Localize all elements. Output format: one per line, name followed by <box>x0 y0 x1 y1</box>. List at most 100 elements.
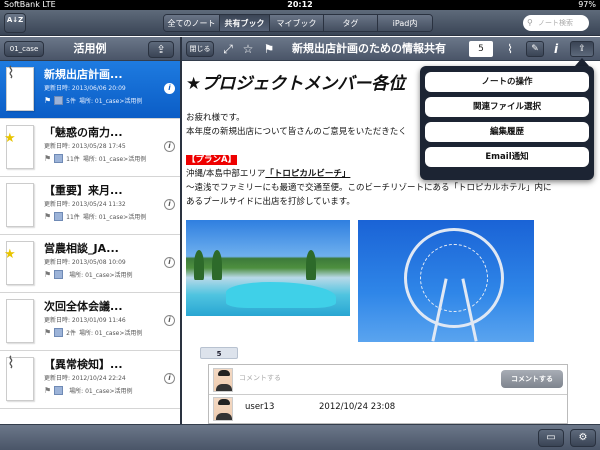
share-popover-menu: ノートの操作 関連ファイル選択 編集履歴 Email通知 <box>420 66 594 180</box>
note-count: 11件 <box>66 214 80 221</box>
info-icon[interactable]: i <box>164 373 175 384</box>
folder-icon[interactable]: ▭ <box>538 429 564 447</box>
note-title: 新規出店計画のための情報共有 <box>292 42 446 55</box>
back-button[interactable]: 01_case <box>4 41 44 57</box>
list-item[interactable]: 【重要】来月... 更新日時: 2013/05/24 11:32 ⚑ 11件 場… <box>0 177 180 235</box>
note-title: 営農相談_JA... <box>44 242 119 255</box>
status-bar: SoftBank LTE 20:12 97% <box>0 0 600 10</box>
expand-icon[interactable]: ⤢ <box>220 40 236 58</box>
sort-button[interactable]: A↓Z <box>4 13 26 33</box>
book-icon <box>54 96 64 105</box>
note-location: 場所: 01_case>活用例 <box>79 330 143 337</box>
tab-all-notes[interactable]: 全てのノート <box>164 15 220 31</box>
paperclip-icon: ⌇ <box>7 63 15 82</box>
info-icon[interactable]: i <box>164 83 175 94</box>
note-meta: ⚑ 11件 場所: 01_case>活用例 <box>44 154 146 163</box>
menu-item-email-notify[interactable]: Email通知 <box>425 147 589 167</box>
note-thumbnail <box>6 299 34 343</box>
star-icon: ★ <box>4 247 16 262</box>
info-icon[interactable]: i <box>548 40 564 58</box>
note-title: 新規出店計画... <box>44 68 123 81</box>
list-item[interactable]: 次回全体会議... 更新日時: 2013/01/09 11:46 ⚑ 2件 場所… <box>0 293 180 351</box>
share-icon[interactable]: ⇪ <box>148 41 174 58</box>
pool-water <box>226 282 336 308</box>
tab-tags[interactable]: タグ <box>324 15 378 31</box>
pool-photo[interactable] <box>186 220 350 316</box>
info-icon[interactable]: i <box>164 199 175 210</box>
avatar <box>213 368 233 392</box>
avatar <box>213 397 233 421</box>
note-meta: ⚑ 場所: 01_case>活用例 <box>44 270 133 279</box>
search-input[interactable]: ⚲ ノート検索 <box>523 15 589 31</box>
plan-location-name: 「トロピカルビーチ」 <box>265 169 351 179</box>
note-location: 場所: 01_case>活用例 <box>82 156 147 163</box>
note-location: 場所: 01_case>活用例 <box>79 98 143 105</box>
note-count: 5件 <box>66 98 76 105</box>
note-meta: ⚑ 5件 場所: 01_case>活用例 <box>44 96 142 105</box>
star-icon: ★ <box>4 131 16 146</box>
note-count: 2件 <box>66 330 76 337</box>
tab-shared-books[interactable]: 共有ブック <box>220 15 270 31</box>
book-icon <box>54 328 64 337</box>
edit-icon[interactable]: ✎ <box>526 41 544 57</box>
list-item[interactable]: ★ 営農相談_JA... 更新日時: 2013/05/08 10:09 ⚑ 場所… <box>0 235 180 293</box>
menu-item-note-actions[interactable]: ノートの操作 <box>425 72 589 92</box>
note-heading: ★プロジェクトメンバー各位 <box>186 74 406 94</box>
comment-divider <box>209 394 567 395</box>
comments-tab[interactable]: 5 <box>200 347 238 359</box>
ferris-wheel-photo[interactable] <box>358 220 534 342</box>
tab-my-books[interactable]: マイブック <box>270 15 324 31</box>
flag-icon: ⚑ <box>44 270 52 279</box>
book-icon <box>54 386 64 395</box>
comment-input[interactable]: コメントする <box>239 371 499 385</box>
star-icon[interactable]: ☆ <box>240 40 256 58</box>
note-location: 場所: 01_case>活用例 <box>69 272 133 279</box>
menu-item-related-files[interactable]: 関連ファイル選択 <box>425 97 589 117</box>
paperclip-icon[interactable]: ⌇ <box>502 40 518 58</box>
plan-description-line: ～遠浅でファミリーにも最適で交通至便。このビーチリゾートにある「トロピカルホテル… <box>186 183 552 193</box>
flag-icon: ⚑ <box>44 386 52 395</box>
list-item[interactable]: ⌇ 新規出店計画... 更新日時: 2013/06/06 20:09 ⚑ 5件 … <box>0 61 180 119</box>
info-icon[interactable]: i <box>164 315 175 326</box>
list-item[interactable]: ⌇ 【異常検知】... 更新日時: 2012/10/24 22:24 ⚑ 場所:… <box>0 351 180 409</box>
plan-location-line: 沖縄/本島中部エリア「トロピカルビーチ」 <box>186 167 350 179</box>
menu-item-edit-history[interactable]: 編集履歴 <box>425 122 589 142</box>
comment-count-badge: 5 <box>469 41 493 57</box>
flag-icon: ⚑ <box>44 96 52 105</box>
view-segmented-control: 全てのノート 共有ブック マイブック タグ iPad内 <box>163 14 433 32</box>
share-icon[interactable]: ⇪ <box>570 41 594 57</box>
comment-panel: コメントする コメントする user13 2012/10/24 23:08 <box>208 364 568 424</box>
note-date: 更新日時: 2013/06/06 20:09 <box>44 85 126 92</box>
sort-icon: A↓Z <box>6 16 24 24</box>
list-item[interactable]: ★ 「魅惑の南力... 更新日時: 2013/05/28 17:45 ⚑ 11件… <box>0 119 180 177</box>
note-title: 次回全体会議... <box>44 300 123 313</box>
wheel-spokes <box>420 244 488 312</box>
book-icon <box>54 212 64 221</box>
note-date: 更新日時: 2013/01/09 11:46 <box>44 317 126 324</box>
note-title: 「魅惑の南力... <box>44 126 123 139</box>
flag-icon[interactable]: ⚑ <box>261 40 277 58</box>
flag-icon: ⚑ <box>44 328 52 337</box>
info-icon[interactable]: i <box>164 141 175 152</box>
sidebar-header: 01_case 活用例 ⇪ <box>0 37 180 61</box>
close-button[interactable]: 閉じる <box>186 41 214 57</box>
note-date: 更新日時: 2013/05/24 11:32 <box>44 201 126 208</box>
info-icon[interactable]: i <box>164 257 175 268</box>
plan-tag: 【プランA】 <box>186 155 238 165</box>
note-date: 更新日時: 2012/10/24 22:24 <box>44 375 126 382</box>
post-comment-button[interactable]: コメントする <box>501 370 563 388</box>
sidebar-title: 活用例 <box>73 42 107 55</box>
battery-level: 97% <box>578 0 596 9</box>
book-icon <box>54 270 64 279</box>
tab-ipad[interactable]: iPad内 <box>378 15 432 31</box>
note-header: 閉じる ⤢ ☆ ⚑ 新規出店計画のための情報共有 5 ⌇ ✎ i ⇪ <box>182 37 600 61</box>
plan-location-prefix: 沖縄/本島中部エリア <box>186 169 266 179</box>
note-meta: ⚑ 場所: 01_case>活用例 <box>44 386 133 395</box>
note-date: 更新日時: 2013/05/08 10:09 <box>44 259 126 266</box>
palm-tree <box>306 250 316 280</box>
note-date: 更新日時: 2013/05/28 17:45 <box>44 143 126 150</box>
note-location: 場所: 01_case>活用例 <box>69 388 133 395</box>
gear-icon[interactable]: ⚙ <box>570 429 596 447</box>
comment-user: user13 <box>245 402 275 412</box>
note-location: 場所: 01_case>活用例 <box>82 214 147 221</box>
